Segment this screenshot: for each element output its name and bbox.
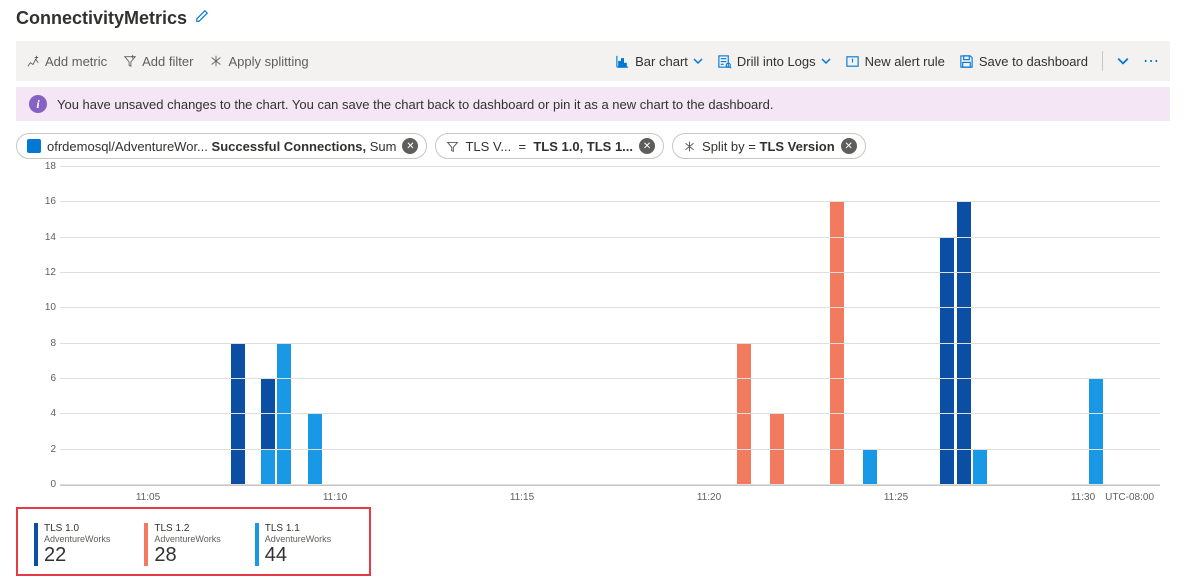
legend-item[interactable]: TLS 1.0AdventureWorks22 (30, 521, 140, 568)
timezone-label: UTC-08:00 (1105, 492, 1154, 503)
legend-item[interactable]: TLS 1.1AdventureWorks44 (251, 521, 361, 568)
resource-icon (27, 139, 41, 153)
bar[interactable] (973, 450, 987, 485)
y-tick: 4 (50, 408, 56, 419)
y-tick: 14 (45, 232, 56, 243)
y-tick: 12 (45, 267, 56, 278)
metric-pill[interactable]: ofrdemosql/AdventureWor... Successful Co… (16, 133, 427, 159)
x-tick: 11:15 (510, 492, 534, 503)
y-tick: 0 (50, 479, 56, 490)
info-banner: i You have unsaved changes to the chart.… (16, 87, 1170, 121)
edit-icon[interactable] (195, 9, 209, 28)
x-tick: 11:25 (884, 492, 908, 503)
filter-icon (446, 140, 459, 153)
drill-logs-button[interactable]: Drill into Logs (717, 54, 831, 69)
bar[interactable] (770, 414, 784, 485)
split-icon (683, 140, 696, 153)
bar[interactable] (1089, 379, 1103, 485)
add-filter-button[interactable]: Add filter (123, 54, 193, 69)
x-tick: 11:20 (697, 492, 721, 503)
y-tick: 18 (45, 161, 56, 172)
new-alert-button[interactable]: New alert rule (845, 54, 945, 69)
chart-type-dropdown[interactable]: Bar chart (615, 54, 703, 69)
bar[interactable] (830, 202, 844, 485)
add-metric-button[interactable]: Add metric (26, 54, 107, 69)
chevron-down-icon (821, 56, 831, 66)
save-dashboard-button[interactable]: Save to dashboard (959, 54, 1088, 69)
x-tick: 11:05 (136, 492, 160, 503)
chevron-down-icon (693, 56, 703, 66)
toolbar: Add metric Add filter Apply splitting Ba… (16, 41, 1170, 81)
split-pill[interactable]: Split by = TLS Version ✕ (672, 133, 866, 159)
close-icon[interactable]: ✕ (639, 138, 655, 154)
info-icon: i (29, 95, 47, 113)
filter-pill[interactable]: TLS V... = TLS 1.0, TLS 1... ✕ (435, 133, 664, 159)
close-icon[interactable]: ✕ (402, 138, 418, 154)
y-tick: 10 (45, 302, 56, 313)
more-icon[interactable]: ⋯ (1143, 51, 1160, 71)
y-tick: 16 (45, 196, 56, 207)
apply-splitting-button[interactable]: Apply splitting (209, 54, 308, 69)
legend-item[interactable]: TLS 1.2AdventureWorks28 (140, 521, 250, 568)
chevron-down-icon[interactable] (1117, 55, 1129, 67)
y-tick: 8 (50, 338, 56, 349)
bar[interactable] (863, 450, 877, 485)
bar[interactable] (261, 450, 275, 485)
x-tick: 11:30 (1071, 492, 1095, 503)
bar[interactable] (957, 202, 971, 485)
y-tick: 6 (50, 373, 56, 384)
bar[interactable] (308, 414, 322, 485)
y-tick: 2 (50, 444, 56, 455)
chart: UTC-08:0011:0511:1011:1511:2011:2511:30 … (36, 167, 1170, 507)
x-tick: 11:10 (323, 492, 347, 503)
page-title: ConnectivityMetrics (16, 8, 187, 29)
close-icon[interactable]: ✕ (841, 138, 857, 154)
legend-highlight: TLS 1.0AdventureWorks22TLS 1.2AdventureW… (16, 507, 371, 576)
